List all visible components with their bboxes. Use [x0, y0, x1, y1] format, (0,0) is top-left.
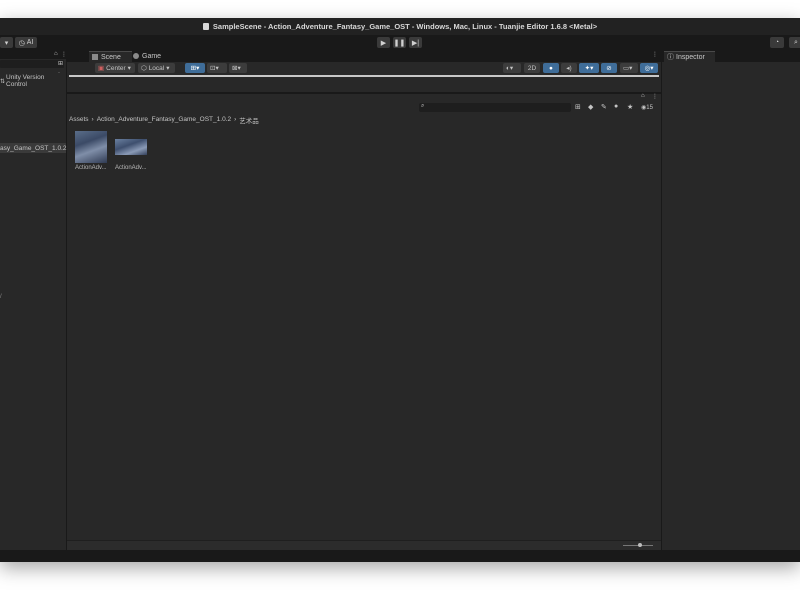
pause-button[interactable]: ❚❚ — [393, 37, 406, 48]
tab-game[interactable]: Game — [131, 51, 173, 61]
chevron-right-icon: › — [91, 116, 94, 123]
ai-label: AI — [26, 39, 34, 46]
info-icon[interactable]: ● — [614, 103, 618, 110]
hierarchy-item-label: asy_Game_OST_1.0.2 — [0, 144, 67, 152]
hidden-objects-toggle[interactable]: ⊘ — [601, 63, 617, 73]
audio-toggle[interactable]: ◂) — [561, 63, 577, 73]
editor-window: SampleScene - Action_Adventure_Fantasy_G… — [0, 18, 800, 562]
tab-inspector[interactable]: ⓘ Inspector — [664, 51, 715, 62]
star-icon[interactable]: ★ — [627, 103, 633, 111]
scene-view: ▣ Center ▾ ⬡ Local ▾ ⊞▾ ⊡▾ ⊠▾ ◐▾ 2D ● ◂) — [67, 62, 661, 92]
snap-icon: ⊡▾ — [210, 65, 219, 72]
window-title: SampleScene - Action_Adventure_Fantasy_G… — [212, 22, 598, 31]
hierarchy-panel: ⌂ ⋮ ⊞ · ⇅ Unity Version Control asy_Game… — [0, 50, 67, 550]
pivot-icon: ▣ — [98, 65, 105, 72]
tab-scene[interactable]: Scene — [89, 51, 132, 62]
search-button[interactable]: ⌕ — [789, 37, 800, 48]
title-bar: SampleScene - Action_Adventure_Fantasy_G… — [0, 18, 800, 35]
ai-icon: ◷ — [18, 39, 25, 47]
scene-tabstrip: Scene Game ⋮ — [67, 50, 661, 62]
hierarchy-tabstrip: ⌂ ⋮ — [0, 50, 67, 59]
toggle-tool-button[interactable]: ⊠▾ — [229, 63, 247, 73]
lock-icon[interactable]: ⌂ — [641, 93, 645, 99]
effects-dropdown[interactable]: ✦▾ — [579, 63, 599, 73]
inspector-tabstrip: ⓘ Inspector — [662, 50, 800, 62]
zoom-slider-handle[interactable] — [638, 543, 642, 547]
visible-count: ◉15 — [641, 105, 653, 111]
grid-snap-button[interactable]: ⊞▾ — [185, 63, 205, 73]
inspector-panel — [662, 62, 800, 550]
draw-mode-icon: ◐▾ — [506, 65, 514, 72]
lock-icon[interactable]: ⌂ — [54, 51, 58, 57]
filter-icon[interactable]: ⊞ — [58, 60, 63, 67]
history-button[interactable]: ◔ — [770, 37, 784, 48]
account-dropdown[interactable]: ▾ — [0, 37, 13, 48]
tree-marker-icon: / — [0, 294, 2, 300]
asset-label: ActionAdv... — [115, 165, 147, 171]
project-search-input[interactable]: ⌕ — [419, 103, 571, 112]
search-by-type-icon[interactable]: ◆ — [588, 103, 593, 111]
main-toolbar: ▾ ◷ AI ▶ ❚❚ ▶| ◔ ⌕ — [0, 35, 800, 50]
chevron-down-icon: ▾ — [127, 65, 131, 72]
2d-toggle[interactable]: 2D — [524, 63, 540, 73]
lightbulb-icon: ● — [549, 64, 553, 72]
step-button[interactable]: ▶| — [409, 37, 422, 48]
gizmos-dropdown[interactable]: ◎▾ — [640, 63, 658, 73]
snap-increment-button[interactable]: ⊡▾ — [207, 63, 227, 73]
eye-slash-icon: ⊘ — [606, 65, 612, 72]
version-control-item[interactable]: ⇅ Unity Version Control — [0, 74, 66, 88]
breadcrumb-item-pack[interactable]: Action_Adventure_Fantasy_Game_OST_1.0.2 — [97, 116, 231, 123]
camera-dropdown[interactable]: ▭▾ — [620, 63, 638, 73]
chevron-right-icon: › — [234, 116, 237, 123]
cube-icon: ⬡ — [141, 65, 147, 72]
hierarchy-item-selected[interactable]: asy_Game_OST_1.0.2 — [0, 143, 66, 153]
create-icon[interactable]: ⊞ — [575, 103, 581, 111]
grid-snap-icon: ⊞▾ — [190, 65, 200, 72]
scene-viewport-strip — [69, 75, 659, 77]
breadcrumb-item-art[interactable]: 艺术品 — [239, 115, 259, 125]
breadcrumb: Assets › Action_Adventure_Fantasy_Game_O… — [69, 115, 259, 125]
camera-icon: ▭▾ — [623, 65, 633, 72]
asset-thumbnail[interactable] — [75, 131, 107, 163]
draw-mode-dropdown[interactable]: ◐▾ — [503, 63, 521, 73]
chevron-down-icon: ▾ — [4, 39, 9, 47]
chevron-down-icon: ▾ — [166, 65, 170, 72]
asset-thumbnail[interactable] — [115, 139, 147, 155]
label-icon[interactable]: ✎ — [601, 103, 607, 111]
version-control-icon: ⇅ — [0, 78, 6, 85]
audio-icon: ◂) — [566, 65, 572, 72]
search-icon: ⌕ — [421, 103, 425, 109]
pivot-dropdown[interactable]: ▣ Center ▾ — [95, 63, 135, 73]
version-control-label: Unity Version Control — [6, 74, 45, 88]
gizmos-icon: ◎▾ — [644, 65, 654, 72]
grid-icon — [92, 54, 98, 60]
breadcrumb-item-assets[interactable]: Assets — [69, 116, 89, 123]
lighting-toggle[interactable]: ● — [543, 63, 559, 73]
history-icon: ◔ — [774, 39, 780, 46]
info-icon: ⓘ — [667, 54, 674, 61]
more-icon[interactable]: ⋮ — [652, 93, 658, 100]
status-bar — [0, 550, 800, 562]
play-button[interactable]: ▶ — [377, 37, 390, 48]
effects-icon: ✦▾ — [584, 65, 594, 72]
gamepad-icon — [133, 53, 139, 59]
document-icon — [202, 23, 209, 30]
toggle-icon: ⊠▾ — [232, 65, 241, 72]
search-icon: ⌕ — [794, 38, 798, 46]
ai-button[interactable]: ◷ AI — [15, 37, 37, 48]
step-icon: ▶| — [411, 39, 420, 47]
asset-label: ActionAdv... — [75, 165, 107, 171]
space-dropdown[interactable]: ⬡ Local ▾ — [138, 63, 175, 73]
pause-icon: ❚❚ — [393, 39, 406, 47]
hierarchy-search-input[interactable] — [0, 60, 64, 68]
more-icon[interactable]: ⋮ — [652, 51, 658, 58]
project-panel: ⌂ ⋮ ⌕ ⊞ ◆ ✎ ● ★ ◉15 Assets › Action_Adve… — [67, 93, 661, 551]
play-icon: ▶ — [380, 39, 387, 47]
